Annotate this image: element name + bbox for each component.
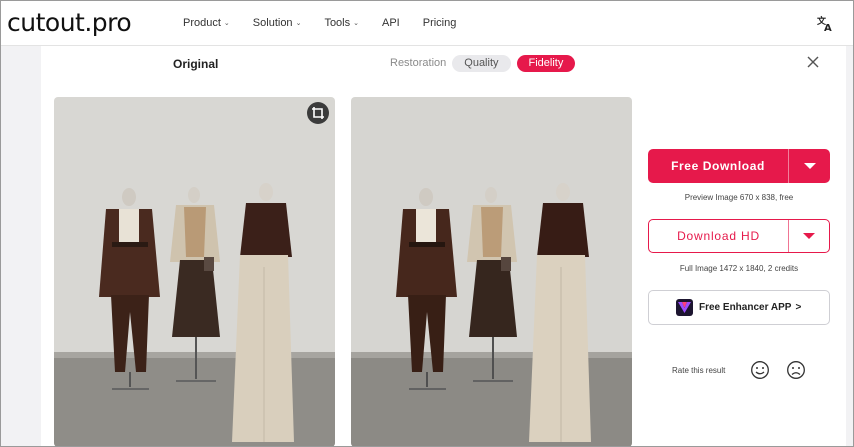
sad-face-icon[interactable]: [786, 360, 806, 380]
free-download-label: Free Download: [671, 159, 765, 173]
crop-button[interactable]: [307, 102, 329, 124]
download-hd-button[interactable]: Download HD: [648, 219, 830, 253]
free-download-dropdown[interactable]: [789, 163, 830, 169]
free-download-button[interactable]: Free Download: [648, 149, 830, 183]
original-photo-art: [54, 97, 335, 447]
original-image: [54, 97, 335, 447]
free-enhancer-app-button[interactable]: Free Enhancer APP >: [648, 290, 830, 325]
tab-fidelity[interactable]: Fidelity: [516, 55, 576, 72]
caret-down-icon: [803, 163, 816, 169]
chevron-right-icon: >: [795, 302, 802, 313]
button-divider: [788, 220, 789, 252]
download-hd-label: Download HD: [677, 229, 760, 243]
chevron-down-icon: ⌄: [223, 20, 230, 27]
enhanced-photo-art: [351, 97, 632, 447]
enhance-mode-tabs: Restoration Quality Fidelity: [390, 55, 576, 72]
main-nav: Product ⌄ Solution ⌄ Tools ⌄ API Pricing: [183, 17, 479, 29]
caret-down-icon: [803, 233, 815, 239]
nav-product-label: Product: [183, 17, 221, 29]
nav-tools-label: Tools: [324, 17, 351, 29]
free-download-note: Preview Image 670 x 838, free: [684, 193, 794, 202]
chevron-down-icon: ⌄: [295, 20, 302, 27]
logo[interactable]: cutout.pro: [7, 8, 132, 37]
crop-icon: [312, 107, 324, 119]
original-label: Original: [173, 57, 219, 71]
tab-quality[interactable]: Quality: [452, 55, 511, 72]
download-hd-dropdown[interactable]: [789, 233, 829, 239]
nav-product[interactable]: Product ⌄: [183, 17, 230, 29]
download-hd-note: Full Image 1472 x 1840, 2 credits: [679, 264, 799, 273]
rate-result-label: Rate this result: [672, 366, 726, 375]
nav-solution[interactable]: Solution ⌄: [253, 17, 302, 29]
nav-tools[interactable]: Tools ⌄: [324, 17, 359, 29]
top-header: cutout.pro Product ⌄ Solution ⌄ Tools ⌄ …: [0, 0, 854, 46]
enhancer-app-logo-icon: [676, 299, 693, 316]
nav-api[interactable]: API: [382, 17, 400, 29]
happy-face-icon[interactable]: [750, 360, 770, 380]
svg-text:A: A: [824, 23, 832, 32]
nav-solution-label: Solution: [252, 17, 293, 29]
nav-pricing[interactable]: Pricing: [423, 17, 457, 29]
nav-pricing-label: Pricing: [422, 17, 457, 29]
enhanced-image: [351, 97, 632, 447]
translate-icon[interactable]: 文 A: [816, 14, 834, 32]
nav-api-label: API: [382, 17, 400, 29]
tab-restoration[interactable]: Restoration: [390, 55, 450, 72]
chevron-down-icon: ⌄: [353, 20, 359, 27]
free-enhancer-app-label: Free Enhancer APP: [699, 302, 792, 313]
close-icon[interactable]: [806, 55, 820, 69]
